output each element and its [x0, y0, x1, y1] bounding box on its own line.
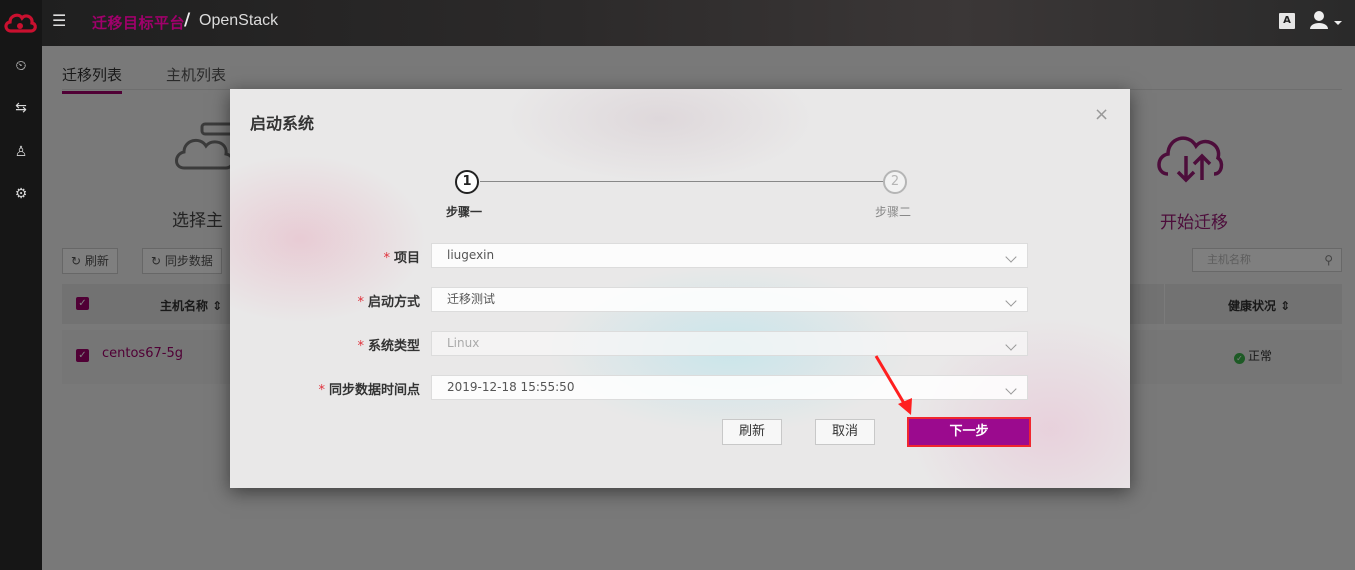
- user-icon[interactable]: ♙: [0, 142, 42, 162]
- close-icon[interactable]: ×: [1094, 106, 1109, 124]
- project-field-row: * 项目 liugexin: [230, 243, 1130, 269]
- dashboard-icon[interactable]: ⏲: [0, 56, 42, 76]
- cloud-logo-icon[interactable]: [2, 6, 38, 38]
- system-type-field-row: * 系统类型 Linux: [230, 331, 1130, 357]
- gear-icon[interactable]: ⚙: [0, 184, 42, 204]
- chevron-down-icon: [1005, 383, 1017, 395]
- step-one-indicator: 1: [455, 170, 479, 194]
- stepper-line: [480, 181, 884, 182]
- refresh-button[interactable]: 刷新: [722, 419, 782, 445]
- next-step-button[interactable]: 下一步: [907, 417, 1031, 447]
- sync-point-field-row: * 同步数据时间点 2019-12-18 15:55:50: [230, 375, 1130, 401]
- breadcrumb-platform[interactable]: 迁移目标平台: [92, 12, 185, 33]
- left-sidebar: ⏲ ⇆ ♙ ⚙: [0, 0, 42, 570]
- pointer-arrow-icon: [874, 355, 912, 415]
- system-type-label: * 系统类型: [357, 339, 420, 354]
- swap-icon[interactable]: ⇆: [0, 98, 42, 118]
- boot-mode-label: * 启动方式: [357, 295, 420, 310]
- boot-mode-field-row: * 启动方式 迁移测试: [230, 287, 1130, 313]
- language-icon[interactable]: A: [1279, 13, 1295, 29]
- top-bar: ☰ 迁移目标平台 / OpenStack A: [42, 0, 1355, 46]
- menu-toggle-icon[interactable]: ☰: [52, 12, 70, 30]
- cancel-button[interactable]: 取消: [815, 419, 875, 445]
- project-select[interactable]: liugexin: [431, 243, 1028, 268]
- chevron-down-icon: [1005, 339, 1017, 351]
- sync-point-select[interactable]: 2019-12-18 15:55:50: [431, 375, 1028, 400]
- system-type-select: Linux: [431, 331, 1028, 356]
- step-one-label: 步骤一: [446, 205, 483, 219]
- step-two-label: 步骤二: [875, 205, 912, 219]
- user-menu-icon[interactable]: [1309, 10, 1343, 32]
- boot-mode-select[interactable]: 迁移测试: [431, 287, 1028, 312]
- dialog-title: 启动系统: [250, 114, 315, 133]
- project-label: * 项目: [383, 251, 420, 266]
- boot-system-dialog: 启动系统 × 1 2 步骤一 步骤二 * 项目 liugexin * 启动方式 迁移…: [230, 89, 1130, 488]
- chevron-down-icon: [1005, 251, 1017, 263]
- breadcrumb-separator: /: [184, 10, 191, 30]
- step-two-indicator: 2: [883, 170, 907, 194]
- sync-point-label: * 同步数据时间点: [318, 383, 420, 398]
- breadcrumb-target: OpenStack: [199, 12, 279, 29]
- chevron-down-icon: [1005, 295, 1017, 307]
